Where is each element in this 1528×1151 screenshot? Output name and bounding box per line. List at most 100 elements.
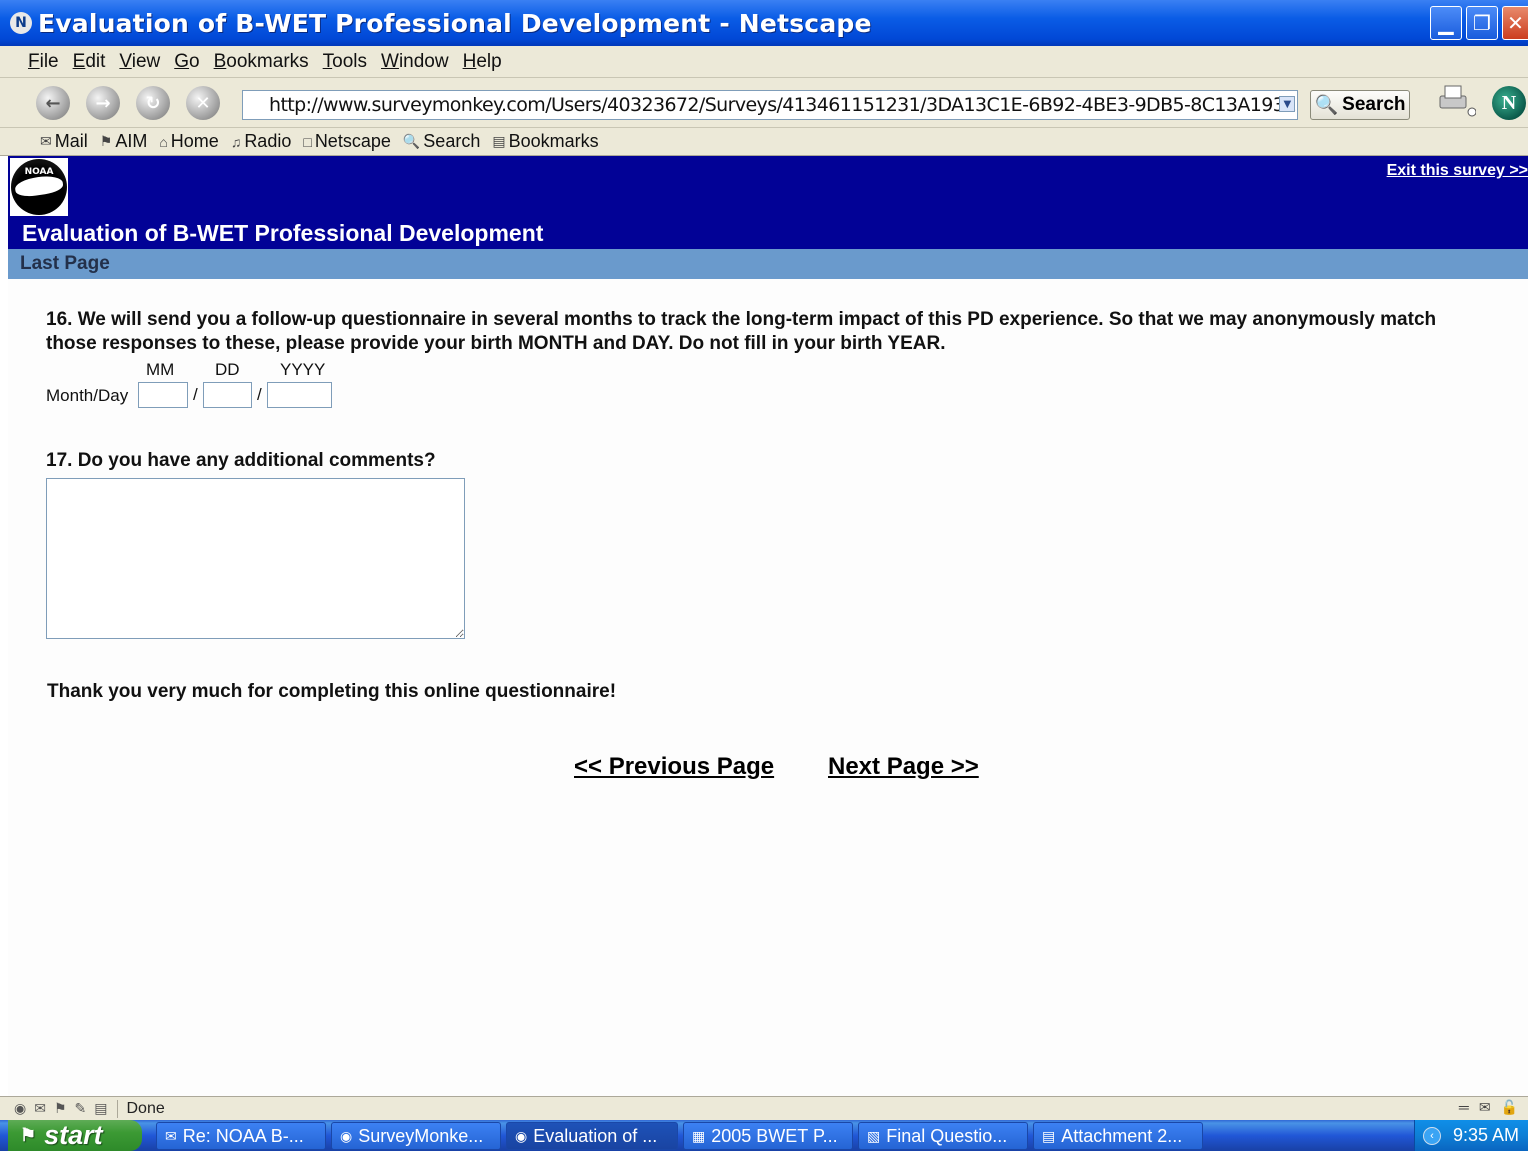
bookmarks-icon: ▤ [492, 133, 506, 149]
netscape-icon: ◉ [515, 1127, 528, 1144]
url-dropdown-icon[interactable]: ▼ [1279, 96, 1295, 112]
magnifier-icon: 🔍 [1314, 95, 1339, 116]
print-icon[interactable] [1436, 84, 1477, 123]
status-right-icons: ═ ✉ 🔓 [1459, 1099, 1518, 1116]
noaa-logo: NOAA [10, 158, 68, 216]
page-content: NOAA Exit this survey >> Evaluation of B… [8, 156, 1528, 1096]
folder-icon: ▧ [867, 1127, 881, 1144]
question-17-text: 17. Do you have any additional comments? [46, 450, 436, 471]
noaa-logo-text: NOAA [24, 167, 54, 177]
date-separator: / [257, 385, 262, 404]
back-button[interactable]: ← [36, 86, 70, 120]
personal-toolbar-item[interactable]: □ Netscape [303, 131, 391, 152]
start-label: start [44, 1120, 103, 1150]
page-label: Last Page [20, 253, 110, 274]
menu-edit[interactable]: Edit [73, 51, 106, 73]
birth-month-field[interactable] [138, 382, 188, 408]
navigator-icon[interactable]: ◉ [14, 1100, 26, 1117]
menu-view[interactable]: View [119, 51, 160, 73]
menu-window[interactable]: Window [381, 51, 449, 73]
netscape-icon: ◉ [340, 1127, 353, 1144]
address-book-icon[interactable]: ▤ [94, 1100, 107, 1117]
excel-icon: ▦ [692, 1127, 706, 1144]
taskbar-item[interactable]: ▦ 2005 BWET P... [683, 1122, 853, 1150]
dd-label: DD [215, 360, 240, 379]
previous-page-link[interactable]: << Previous Page [574, 753, 774, 781]
birth-day-field[interactable] [203, 382, 252, 408]
status-text: Done [117, 1099, 165, 1118]
cookie-icon: ✉ [1478, 1099, 1491, 1115]
menu-bookmarks[interactable]: Bookmarks [214, 51, 309, 73]
exit-survey-link[interactable]: Exit this survey >> [1387, 162, 1528, 180]
reload-icon: ↻ [145, 92, 161, 114]
stop-button[interactable]: ✕ [186, 86, 220, 120]
taskbar-item[interactable]: ✉ Re: NOAA B-... [156, 1122, 326, 1150]
mm-label: MM [146, 360, 175, 379]
windows-taskbar: ⚑ start ✉ Re: NOAA B-... ◉ SurveyMonke... … [0, 1120, 1528, 1151]
aim-icon[interactable]: ⚑ [54, 1100, 67, 1117]
windows-flag-icon: ⚑ [20, 1125, 37, 1145]
home-icon: ⌂ [159, 133, 168, 150]
menu-tools[interactable]: Tools [323, 51, 367, 73]
netscape-app-icon: N [10, 12, 32, 34]
personal-toolbar: ✉ Mail ⚑ AIM ⌂ Home ♫ Radio □ Netscape 🔍 Searc… [0, 128, 1528, 156]
personal-toolbar-item[interactable]: ♫ Radio [231, 131, 292, 152]
personal-toolbar-item[interactable]: 🔍 Search [403, 131, 480, 152]
taskbar-item[interactable]: ▤ Attachment 2... [1033, 1122, 1203, 1150]
search-button-label: Search [1342, 94, 1406, 115]
reload-button[interactable]: ↻ [136, 86, 170, 120]
url-text: http://www.surveymonkey.com/Users/403236… [269, 94, 1298, 116]
survey-banner: NOAA Exit this survey >> Evaluation of B… [8, 156, 1528, 249]
search-button[interactable]: 🔍 Search [1310, 90, 1410, 120]
stop-icon: ✕ [195, 92, 211, 114]
back-arrow-icon: ← [45, 92, 61, 114]
menu-file[interactable]: File [28, 51, 59, 73]
search-icon: 🔍 [402, 133, 421, 149]
forward-button[interactable]: → [86, 86, 120, 120]
close-button[interactable]: ✕ [1502, 6, 1528, 40]
window-titlebar[interactable]: N Evaluation of B-WET Professional Devel… [0, 0, 1528, 46]
url-bar[interactable]: http://www.surveymonkey.com/Users/403236… [242, 90, 1298, 120]
yyyy-label: YYYY [280, 360, 326, 379]
additional-comments-field[interactable] [46, 478, 465, 639]
page-band: Last Page [8, 249, 1528, 279]
forward-arrow-icon: → [95, 92, 111, 114]
month-day-label: Month/Day [46, 386, 129, 405]
start-button[interactable]: ⚑ start [8, 1120, 142, 1151]
radio-icon: ♫ [230, 133, 242, 150]
system-tray: ‹ 9:35 AM [1414, 1120, 1528, 1151]
question-16-text: 16. We will send you a follow-up questio… [46, 309, 1437, 354]
minimize-button[interactable]: ▁ [1430, 6, 1462, 40]
taskbar-item[interactable]: ▧ Final Questio... [858, 1122, 1028, 1150]
netscape-logo-icon[interactable]: N [1492, 86, 1526, 120]
personal-toolbar-item[interactable]: ✉ Mail [40, 131, 88, 152]
restore-button[interactable]: ❐ [1466, 6, 1498, 40]
personal-toolbar-item[interactable]: ⚑ AIM [100, 131, 148, 152]
personal-toolbar-item[interactable]: ⌂ Home [159, 131, 218, 152]
window-title: Evaluation of B-WET Professional Develop… [38, 8, 872, 38]
composer-icon[interactable]: ✎ [75, 1100, 87, 1117]
birth-year-field[interactable] [267, 382, 332, 408]
mail-icon[interactable]: ✉ [34, 1100, 46, 1117]
navigation-toolbar: ← → ↻ ✕ http://www.surveymonkey.com/User… [0, 78, 1528, 128]
show-hidden-icons-icon[interactable]: ‹ [1423, 1126, 1441, 1145]
menu-go[interactable]: Go [174, 51, 199, 73]
taskbar-item[interactable]: ◉ Evaluation of ... [506, 1122, 678, 1150]
next-page-link[interactable]: Next Page >> [828, 753, 979, 781]
menu-bar: File Edit View Go Bookmarks Tools Window… [0, 46, 1528, 78]
clock[interactable]: 9:35 AM [1453, 1125, 1519, 1146]
word-icon: ▤ [1042, 1127, 1056, 1144]
date-separator: / [193, 385, 198, 404]
survey-title: Evaluation of B-WET Professional Develop… [22, 220, 544, 246]
window-controls: ▁ ❐ ✕ [1430, 6, 1528, 40]
status-bar: ◉ ✉ ⚑ ✎ ▤ Done ═ ✉ 🔓 [0, 1096, 1528, 1120]
menu-help[interactable]: Help [463, 51, 502, 73]
mail-icon: ✉ [165, 1127, 177, 1144]
personal-toolbar-item[interactable]: ▤ Bookmarks [492, 131, 598, 152]
status-component-icons: ◉ ✉ ⚑ ✎ ▤ [14, 1100, 107, 1117]
mail-icon: ✉ [40, 133, 52, 149]
netscape-icon: □ [303, 133, 312, 150]
aim-icon: ⚑ [99, 133, 113, 149]
taskbar-item[interactable]: ◉ SurveyMonke... [331, 1122, 501, 1150]
online-status-icon: ═ [1458, 1099, 1469, 1115]
